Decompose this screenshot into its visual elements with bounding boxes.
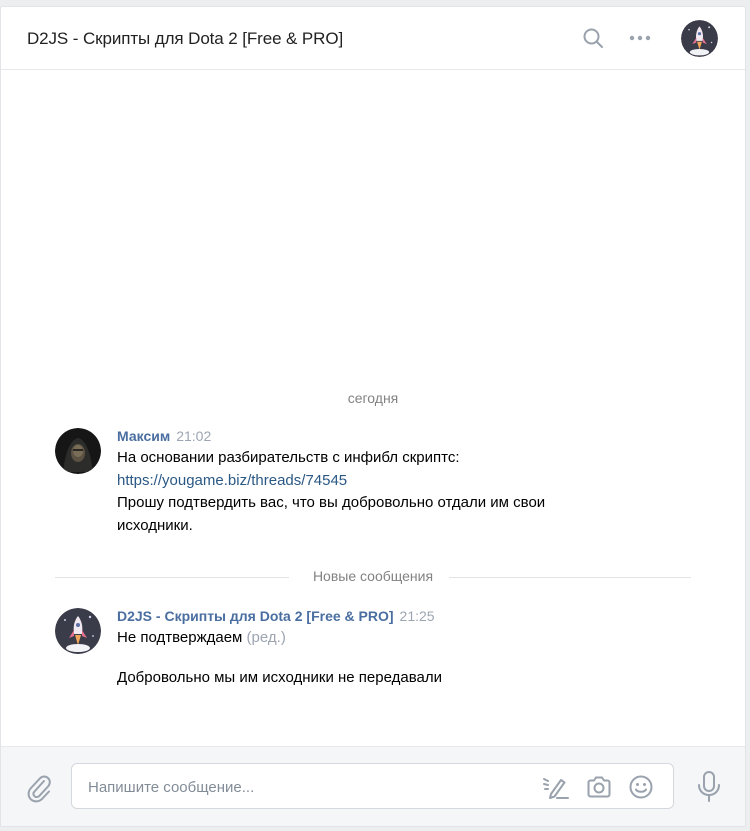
search-icon[interactable] xyxy=(581,26,605,50)
message-author[interactable]: Максим xyxy=(117,428,170,444)
attach-icon[interactable] xyxy=(25,773,53,803)
emoji-icon[interactable] xyxy=(627,773,655,801)
avatar[interactable] xyxy=(55,608,101,654)
more-icon[interactable] xyxy=(628,26,652,50)
message-composer xyxy=(1,746,745,826)
divider xyxy=(449,577,691,578)
new-messages-separator: Новые сообщения xyxy=(55,568,691,588)
message-line: Прошу подтвердить вас, что вы добровольн… xyxy=(117,494,546,511)
group-avatar[interactable] xyxy=(681,20,718,57)
message-body: Максим 21:02 На основании разбирательств … xyxy=(117,428,697,537)
message-line: исходники. xyxy=(117,516,193,534)
graffiti-icon[interactable] xyxy=(542,773,570,801)
message-line: Добровольно мы им исходники не передавал… xyxy=(117,668,442,686)
message-line: Не подтверждаем xyxy=(117,629,243,646)
message-body: D2JS - Скрипты для Dota 2 [Free & PRO] 21… xyxy=(117,608,697,689)
camera-icon[interactable] xyxy=(585,773,613,801)
chat-window: D2JS - Скрипты для Dota 2 [Free & PRO] с… xyxy=(0,6,746,827)
chat-header: D2JS - Скрипты для Dota 2 [Free & PRO] xyxy=(1,7,745,70)
edited-label[interactable]: (ред.) xyxy=(247,629,286,646)
message-author[interactable]: D2JS - Скрипты для Dota 2 [Free & PRO] xyxy=(117,608,394,624)
message-link[interactable]: https://yougame.biz/threads/74545 xyxy=(117,472,347,489)
chat-title[interactable]: D2JS - Скрипты для Dota 2 [Free & PRO] xyxy=(27,29,343,49)
message-input[interactable] xyxy=(88,776,528,798)
message-text: На основании разбирательств с инфибл скр… xyxy=(117,447,697,537)
date-separator: сегодня xyxy=(347,390,399,406)
message-time[interactable]: 21:25 xyxy=(400,608,435,624)
microphone-icon[interactable] xyxy=(695,770,723,804)
new-messages-label: Новые сообщения xyxy=(312,568,434,584)
message-time[interactable]: 21:02 xyxy=(176,428,211,444)
message-line: На основании разбирательств с инфибл скр… xyxy=(117,449,460,466)
avatar[interactable] xyxy=(55,428,101,474)
message-input-box xyxy=(71,763,674,809)
message-text: Не подтверждаем (ред.) Добровольно мы им… xyxy=(117,627,697,689)
